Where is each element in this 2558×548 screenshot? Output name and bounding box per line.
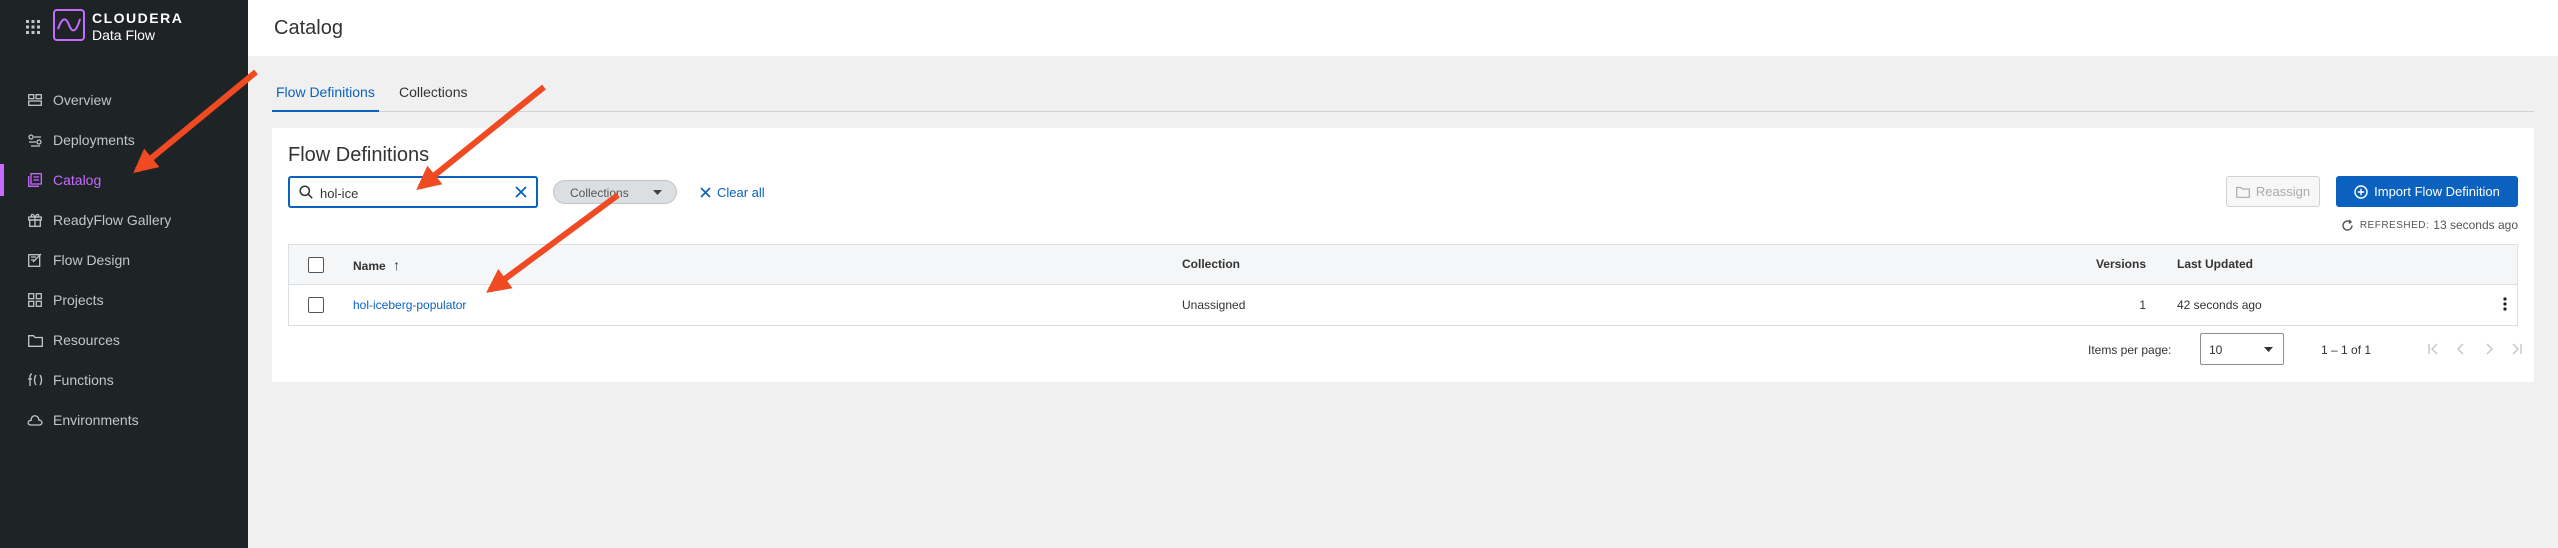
sidebar-item-label: Catalog bbox=[53, 172, 102, 188]
projects-icon bbox=[27, 292, 43, 308]
sidebar-item-overview[interactable]: Overview bbox=[0, 80, 248, 120]
sidebar-item-label: Projects bbox=[53, 292, 104, 308]
items-per-page-select[interactable]: 10 bbox=[2200, 333, 2284, 365]
refresh-status: REFRESHED: 13 seconds ago bbox=[2341, 217, 2518, 233]
folder-move-icon bbox=[2235, 186, 2250, 198]
kebab-menu-icon[interactable] bbox=[2503, 297, 2507, 311]
select-all-checkbox[interactable] bbox=[308, 257, 324, 273]
catalog-icon bbox=[27, 172, 43, 188]
sidebar-item-deployments[interactable]: Deployments bbox=[0, 120, 248, 160]
brand-product: Data Flow bbox=[92, 27, 156, 43]
sidebar-item-flow-design[interactable]: Flow Design bbox=[0, 240, 248, 280]
tab-collections[interactable]: Collections bbox=[395, 82, 471, 112]
last-page-icon[interactable] bbox=[2506, 338, 2528, 360]
clear-all-label: Clear all bbox=[717, 184, 765, 200]
pagination-range: 1 – 1 of 1 bbox=[2321, 343, 2372, 357]
collections-filter-dropdown[interactable]: Collections bbox=[553, 180, 677, 204]
sidebar-item-catalog[interactable]: Catalog bbox=[0, 160, 248, 200]
tab-flow-definitions[interactable]: Flow Definitions bbox=[272, 82, 379, 112]
folder-icon bbox=[27, 332, 43, 348]
sidebar-nav: Overview Deployments Catalog ReadyFlow G… bbox=[0, 80, 248, 440]
gift-icon bbox=[27, 212, 43, 228]
brand: CLOUDERA Data Flow bbox=[0, 0, 248, 56]
items-per-page-label: Items per page: bbox=[2088, 343, 2172, 357]
refreshed-label: REFRESHED: bbox=[2359, 219, 2430, 231]
collections-filter-label: Collections bbox=[570, 186, 629, 200]
sidebar-item-label: Flow Design bbox=[53, 252, 131, 268]
table-row: hol-iceberg-populator Unassigned 1 42 se… bbox=[289, 285, 2517, 325]
sidebar-item-label: Functions bbox=[53, 372, 114, 388]
close-icon bbox=[700, 186, 711, 198]
sidebar-item-label: Deployments bbox=[53, 132, 135, 148]
sidebar-item-label: Environments bbox=[53, 412, 139, 428]
reassign-button[interactable]: Reassign bbox=[2226, 176, 2320, 207]
sidebar: CLOUDERA Data Flow Overview Deployments … bbox=[0, 0, 248, 548]
import-label: Import Flow Definition bbox=[2374, 184, 2500, 199]
overview-icon bbox=[27, 92, 43, 108]
column-header-name[interactable]: Name ↑ bbox=[353, 257, 400, 273]
flow-definitions-table: Name ↑ Collection Versions Last Updated … bbox=[288, 244, 2518, 326]
page-header: Catalog bbox=[248, 0, 2558, 56]
sidebar-item-environments[interactable]: Environments bbox=[0, 400, 248, 440]
search-box bbox=[288, 176, 538, 208]
clear-all-link[interactable]: Clear all bbox=[700, 182, 765, 202]
previous-page-icon[interactable] bbox=[2450, 338, 2472, 360]
app-switcher-icon[interactable] bbox=[26, 20, 40, 34]
sidebar-item-readyflow-gallery[interactable]: ReadyFlow Gallery bbox=[0, 200, 248, 240]
panel-title: Flow Definitions bbox=[288, 144, 430, 166]
import-flow-definition-button[interactable]: Import Flow Definition bbox=[2336, 176, 2518, 207]
brand-name: CLOUDERA bbox=[92, 10, 184, 26]
deployments-icon bbox=[27, 132, 43, 148]
versions-cell: 1 bbox=[2139, 298, 2146, 312]
caret-down-icon bbox=[2264, 347, 2273, 352]
tab-bar: Flow Definitions Collections bbox=[272, 82, 2534, 112]
search-input[interactable] bbox=[320, 183, 500, 203]
refresh-icon[interactable] bbox=[2341, 219, 2354, 232]
column-header-collection: Collection bbox=[1182, 257, 1241, 271]
sidebar-item-resources[interactable]: Resources bbox=[0, 320, 248, 360]
caret-down-icon bbox=[653, 190, 662, 195]
search-icon bbox=[299, 185, 313, 199]
column-header-versions: Versions bbox=[2095, 257, 2146, 271]
first-page-icon[interactable] bbox=[2422, 338, 2444, 360]
collection-cell: Unassigned bbox=[1182, 298, 1246, 312]
items-per-page-value: 10 bbox=[2209, 343, 2223, 357]
sidebar-item-functions[interactable]: Functions bbox=[0, 360, 248, 400]
column-header-last-updated: Last Updated bbox=[2177, 257, 2254, 271]
plus-circle-icon bbox=[2354, 184, 2368, 199]
flow-definitions-panel: Flow Definitions Collections Clear all R… bbox=[272, 128, 2534, 382]
sidebar-item-projects[interactable]: Projects bbox=[0, 280, 248, 320]
next-page-icon[interactable] bbox=[2478, 338, 2500, 360]
sort-ascending-icon: ↑ bbox=[393, 257, 401, 273]
cloud-icon bbox=[27, 412, 43, 428]
sidebar-item-label: ReadyFlow Gallery bbox=[53, 212, 172, 228]
row-checkbox[interactable] bbox=[308, 297, 324, 313]
last-updated-cell: 42 seconds ago bbox=[2177, 298, 2262, 312]
flow-name-link[interactable]: hol-iceberg-populator bbox=[353, 298, 466, 312]
sidebar-item-label: Overview bbox=[53, 92, 112, 108]
cloudera-logo-icon bbox=[53, 9, 85, 41]
reassign-label: Reassign bbox=[2255, 184, 2311, 199]
flow-design-icon bbox=[27, 252, 43, 268]
clear-search-icon[interactable] bbox=[514, 185, 528, 199]
refreshed-value: 13 seconds ago bbox=[2433, 218, 2518, 232]
column-name-label: Name bbox=[353, 259, 386, 273]
sidebar-item-label: Resources bbox=[53, 332, 120, 348]
function-icon bbox=[27, 372, 43, 388]
page-title: Catalog bbox=[274, 17, 343, 39]
table-header: Name ↑ Collection Versions Last Updated bbox=[289, 245, 2517, 285]
